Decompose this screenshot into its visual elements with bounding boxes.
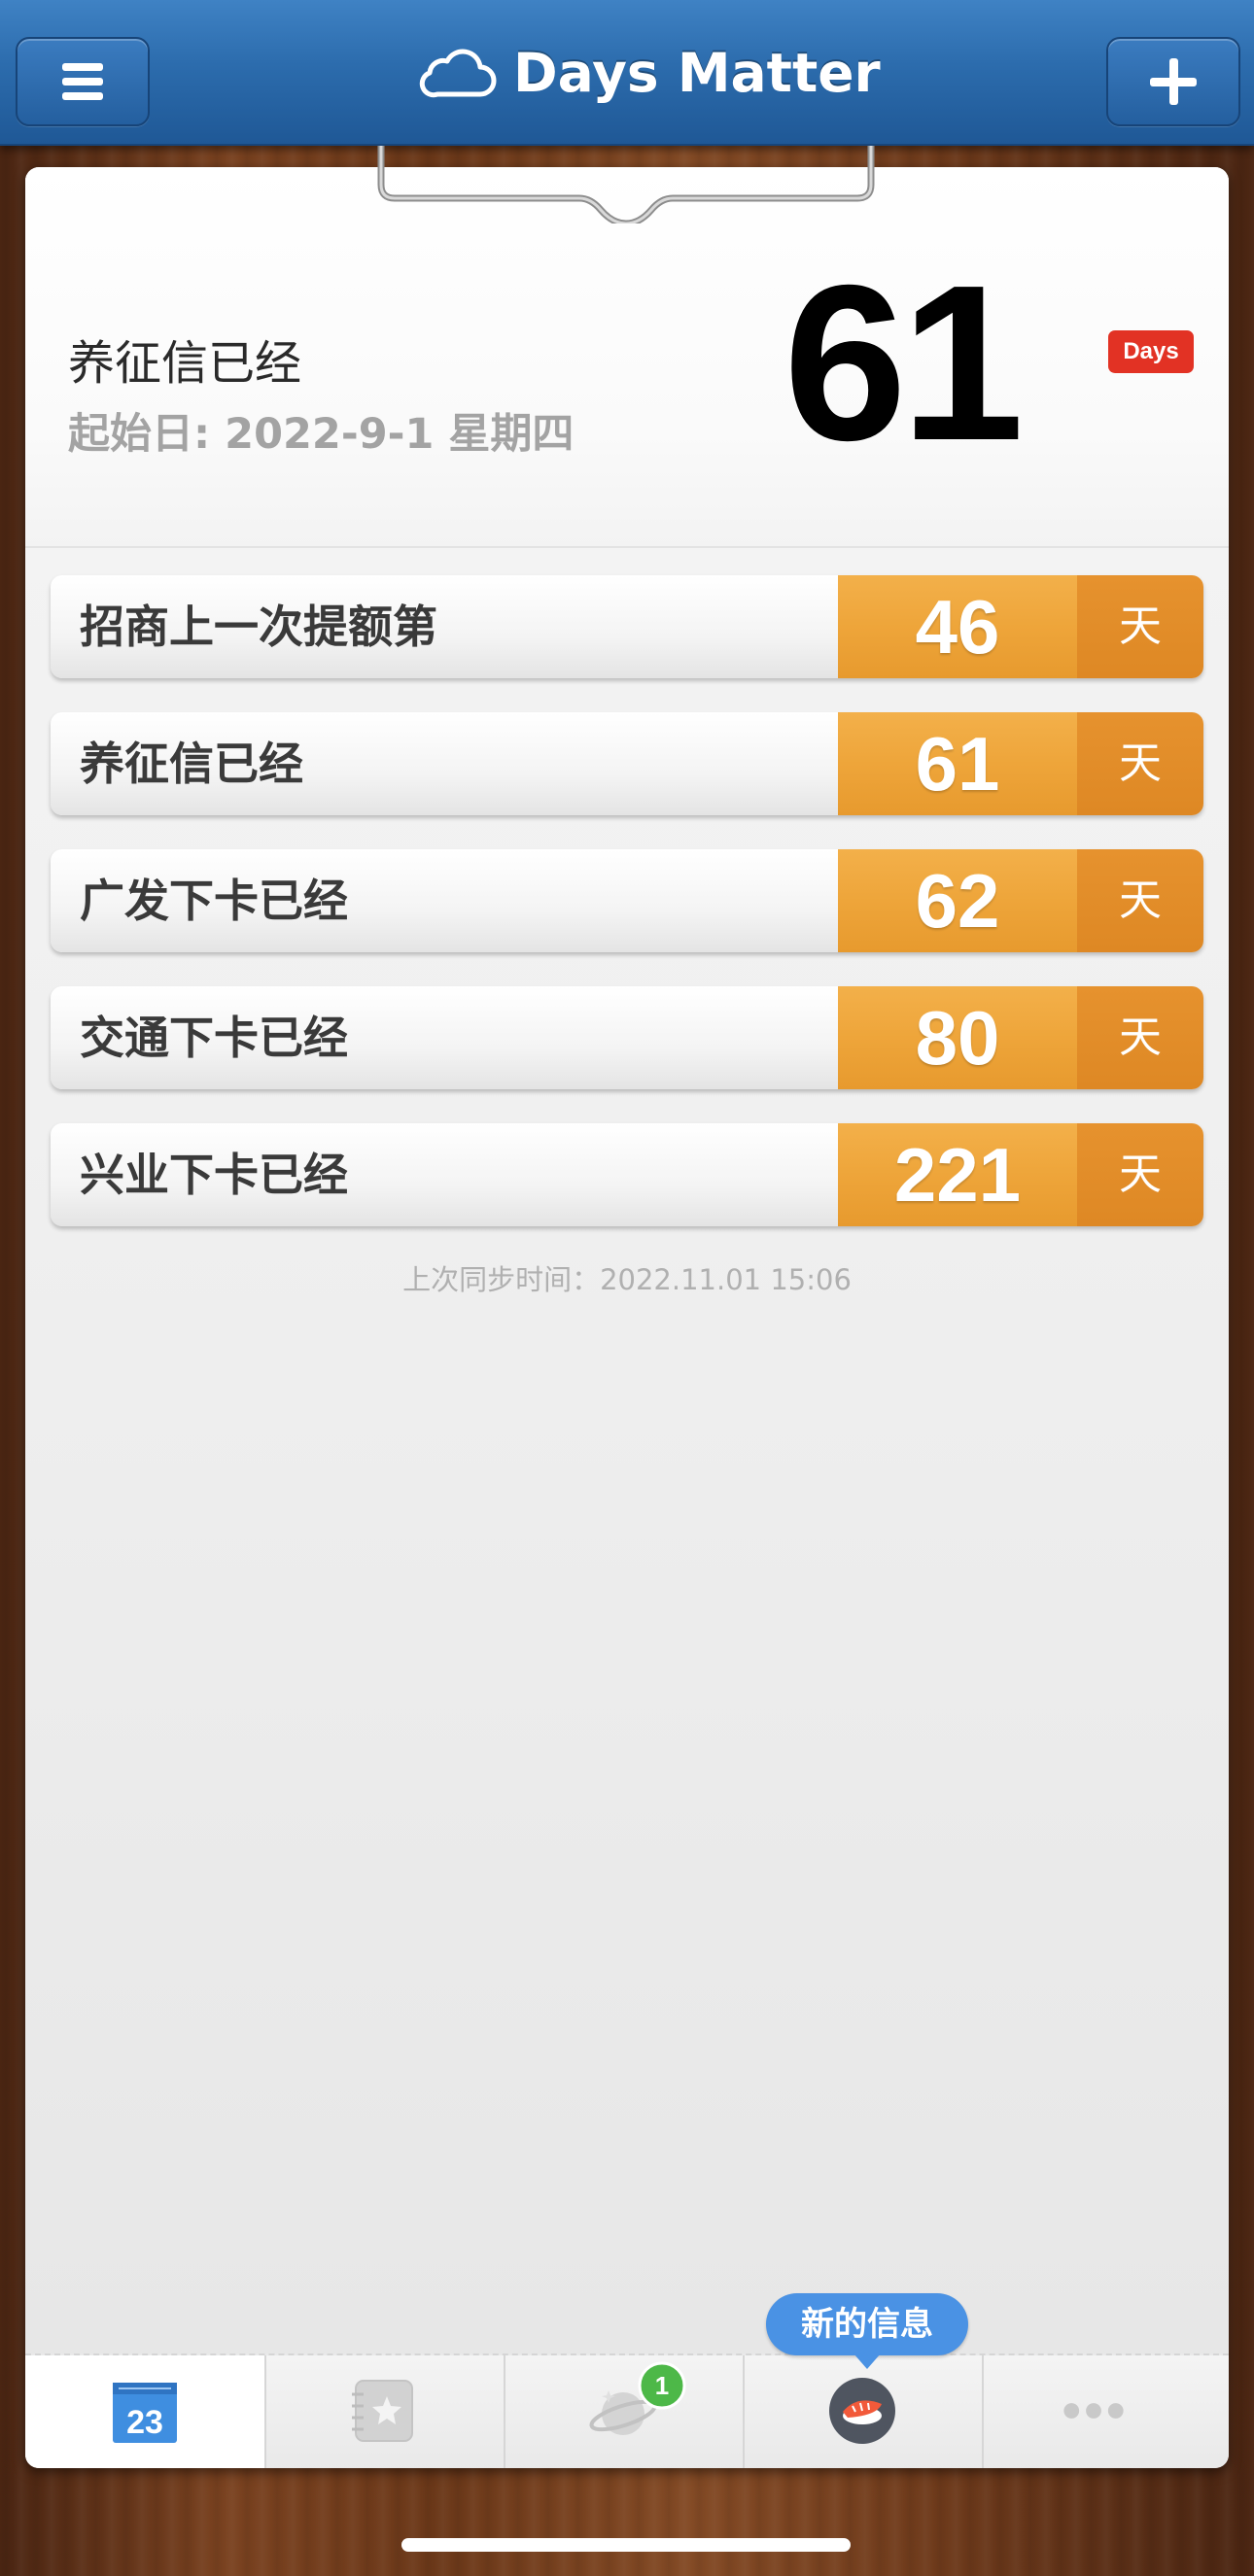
event-days: 61 bbox=[838, 712, 1077, 815]
main-card: 养征信已经 起始日: 2022-9-1 星期四 61 Days 招商上一次提额第… bbox=[25, 167, 1229, 2468]
tab-days[interactable]: 23 bbox=[25, 2355, 266, 2468]
featured-event-start-date: 起始日: 2022-9-1 星期四 bbox=[68, 410, 575, 459]
event-days: 62 bbox=[838, 849, 1077, 952]
calendar-icon-date: 23 bbox=[126, 2404, 163, 2441]
top-bar: Days Matter bbox=[0, 0, 1254, 146]
event-name: 广发下卡已经 bbox=[80, 875, 348, 927]
app-title-text: Days Matter bbox=[513, 42, 881, 104]
last-sync-time: 上次同步时间：2022.11.01 15:06 bbox=[402, 1263, 852, 1296]
notification-badge-count: 1 bbox=[655, 2371, 669, 2400]
event-days: 221 bbox=[838, 1123, 1077, 1226]
event-days: 46 bbox=[838, 575, 1077, 678]
event-unit: 天 bbox=[1077, 575, 1203, 678]
more-icon bbox=[1063, 2403, 1124, 2419]
event-row[interactable]: 养征信已经 61 天 bbox=[51, 712, 1203, 815]
plus-icon bbox=[1150, 58, 1197, 105]
app-title: Days Matter bbox=[418, 39, 881, 107]
event-row[interactable]: 交通下卡已经 80 天 bbox=[51, 986, 1203, 1089]
featured-event-days: 61 bbox=[784, 240, 1025, 487]
event-unit: 天 bbox=[1077, 1123, 1203, 1226]
days-badge: Days bbox=[1108, 330, 1194, 373]
event-row[interactable]: 广发下卡已经 62 天 bbox=[51, 849, 1203, 952]
menu-button[interactable] bbox=[16, 37, 150, 126]
featured-event-title: 养征信已经 bbox=[68, 336, 302, 391]
bottom-tab-bar: 23 1 bbox=[25, 2353, 1229, 2468]
tooltip-arrow bbox=[853, 2353, 881, 2369]
add-event-button[interactable] bbox=[1106, 37, 1240, 126]
calendar-icon: 23 bbox=[113, 2383, 177, 2443]
event-name: 交通下卡已经 bbox=[80, 1012, 348, 1064]
event-name: 兴业下卡已经 bbox=[80, 1149, 348, 1201]
tab-more[interactable] bbox=[982, 2355, 1221, 2468]
home-indicator[interactable] bbox=[401, 2538, 851, 2552]
event-name: 招商上一次提额第 bbox=[80, 601, 437, 653]
tab-notebook[interactable] bbox=[264, 2355, 505, 2468]
event-days: 80 bbox=[838, 986, 1077, 1089]
notification-badge: 1 bbox=[638, 2361, 686, 2410]
tab-messages[interactable] bbox=[743, 2355, 984, 2468]
event-unit: 天 bbox=[1077, 849, 1203, 952]
star-notebook-icon bbox=[352, 2380, 413, 2442]
event-row[interactable]: 招商上一次提额第 46 天 bbox=[51, 575, 1203, 678]
event-unit: 天 bbox=[1077, 712, 1203, 815]
sushi-icon bbox=[829, 2378, 895, 2444]
binder-clip bbox=[377, 146, 875, 223]
event-row[interactable]: 兴业下卡已经 221 天 bbox=[51, 1123, 1203, 1226]
tab-discover[interactable]: 1 bbox=[504, 2355, 745, 2468]
event-name: 养征信已经 bbox=[80, 738, 303, 790]
event-unit: 天 bbox=[1077, 986, 1203, 1089]
featured-event[interactable]: 养征信已经 起始日: 2022-9-1 星期四 61 Days bbox=[25, 167, 1229, 548]
new-message-tooltip[interactable]: 新的信息 bbox=[766, 2293, 968, 2355]
hamburger-menu-icon bbox=[62, 63, 103, 100]
cloud-icon bbox=[419, 49, 497, 98]
